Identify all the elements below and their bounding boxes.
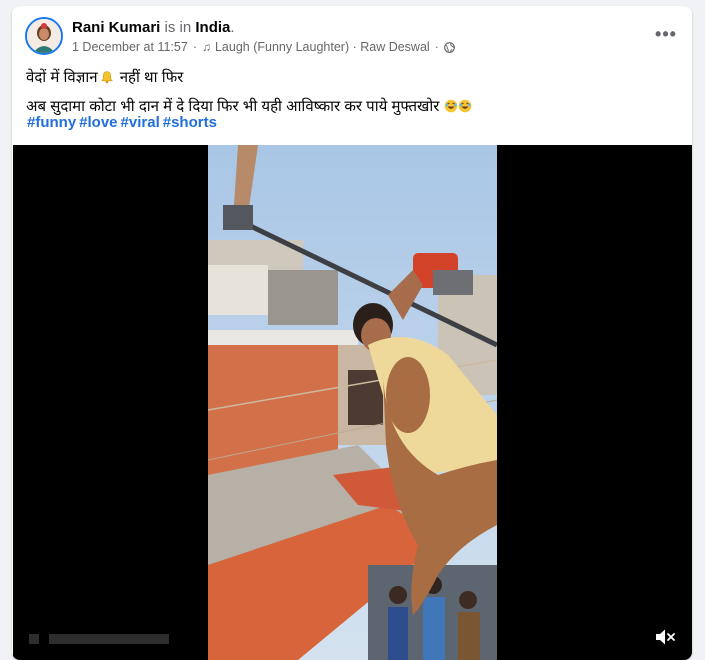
- post-header: Rani Kumari is in India. 1 December at 1…: [12, 6, 692, 70]
- more-options-icon: •••: [655, 24, 677, 44]
- video-controls-overlay: [29, 634, 169, 644]
- muted-speaker-icon: [656, 629, 675, 645]
- meta-separator: ·: [192, 40, 197, 54]
- post-text-part: अब सुदामा कोटा भी दान में दे दिया फिर भी…: [26, 98, 440, 115]
- author-line: Rani Kumari is in India.: [72, 19, 235, 36]
- globe-icon[interactable]: [443, 41, 455, 53]
- post-text-part: वेदों में विज्ञान: [26, 69, 98, 86]
- location-suffix: .: [230, 19, 235, 36]
- video-player[interactable]: [13, 145, 692, 660]
- hashtag-link[interactable]: #viral: [121, 114, 160, 131]
- author-avatar[interactable]: [25, 17, 63, 55]
- author-name[interactable]: Rani Kumari: [72, 19, 160, 36]
- rolling-laughing-emoji: [444, 99, 457, 113]
- video-thumbnail: [208, 145, 497, 660]
- hashtag-link[interactable]: #love: [79, 114, 117, 131]
- post-text-line-1: वेदों में विज्ञान नहीं था फिर: [26, 68, 678, 88]
- location-link[interactable]: India: [195, 19, 230, 36]
- meta-separator-2: ·: [434, 40, 439, 54]
- rolling-laughing-emoji: [458, 99, 471, 113]
- post-text: वेदों में विज्ञान नहीं था फिर अब सुदामा …: [26, 68, 678, 117]
- bell-emoji: [100, 71, 113, 84]
- video-frame[interactable]: [208, 145, 497, 660]
- hashtag-link[interactable]: #funny: [27, 114, 76, 131]
- audio-track-link[interactable]: Laugh (Funny Laughter) · Raw Deswal: [215, 40, 430, 54]
- post-timestamp[interactable]: 1 December at 11:57: [72, 40, 188, 54]
- status-text: is in: [160, 19, 196, 36]
- facebook-post: Rani Kumari is in India. 1 December at 1…: [12, 6, 692, 660]
- more-options-button[interactable]: •••: [652, 22, 680, 46]
- hashtag-link[interactable]: #shorts: [163, 114, 217, 131]
- hashtag-list: #funny #love #viral #shorts: [27, 114, 220, 131]
- avatar-image: [27, 19, 61, 53]
- mute-button[interactable]: [652, 624, 678, 650]
- music-note-icon: ♫: [201, 40, 211, 54]
- post-text-part: नहीं था फिर: [115, 69, 184, 86]
- post-meta: 1 December at 11:57 · ♫ Laugh (Funny Lau…: [72, 40, 455, 54]
